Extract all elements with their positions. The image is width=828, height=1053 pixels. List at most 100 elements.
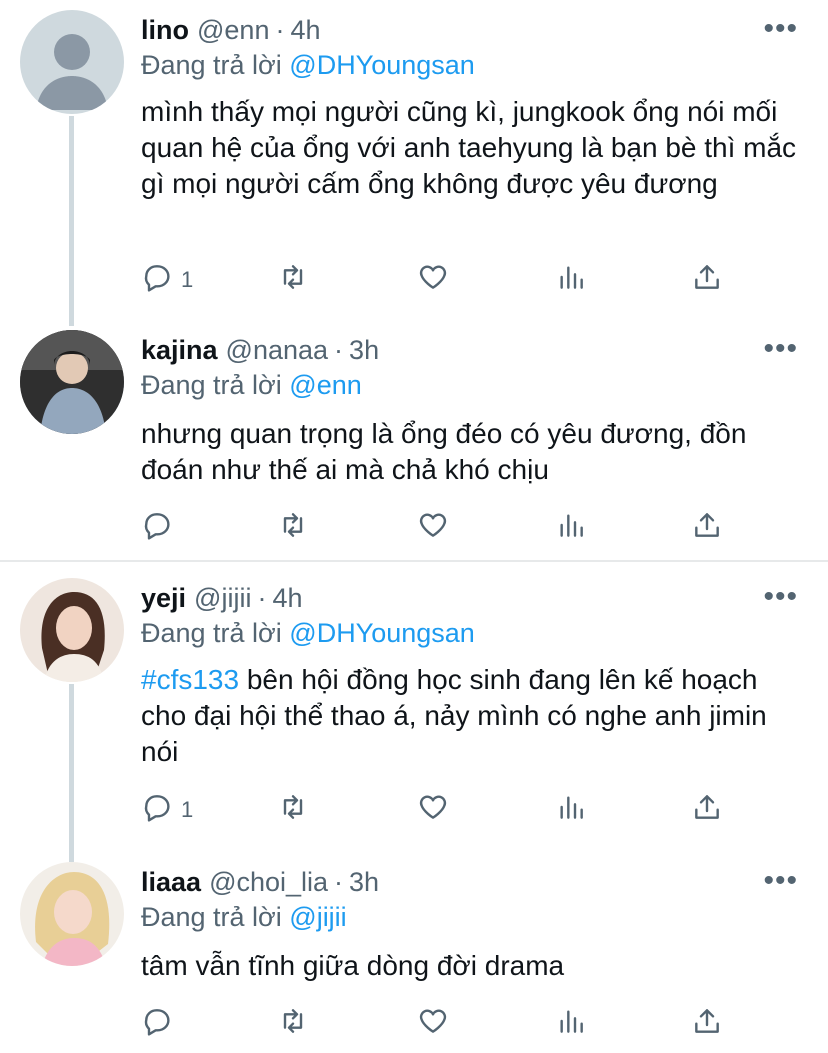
analytics-icon: [555, 261, 587, 299]
share-button[interactable]: [691, 790, 723, 830]
retweet-button[interactable]: [277, 790, 309, 830]
like-icon: [417, 1005, 449, 1043]
analytics-button[interactable]: [555, 1004, 587, 1044]
replying-to: Đang trả lời @enn: [141, 370, 362, 401]
separator-dot: ·: [334, 334, 344, 365]
display-name[interactable]: yeji: [141, 583, 186, 614]
analytics-icon: [555, 509, 587, 547]
display-name[interactable]: kajina: [141, 335, 218, 366]
replying-prefix: Đang trả lời: [141, 370, 282, 400]
like-button[interactable]: [417, 790, 449, 830]
reply-icon: [141, 791, 173, 829]
tweet-kajina[interactable]: kajina @nanaa · 3h ••• Đang trả lời @enn…: [0, 330, 828, 550]
default-avatar-icon: [36, 34, 108, 110]
tweet-header: lino @enn · 4h: [141, 10, 321, 50]
user-handle[interactable]: @jijii: [194, 583, 251, 614]
user-handle[interactable]: @choi_lia: [209, 867, 328, 898]
share-icon: [691, 791, 723, 829]
hashtag-link[interactable]: #cfs133: [141, 664, 239, 695]
user-handle[interactable]: @enn: [197, 15, 269, 46]
avatar[interactable]: [20, 330, 124, 434]
retweet-icon: [277, 791, 309, 829]
more-icon[interactable]: •••: [763, 866, 798, 896]
tweet-liaaa[interactable]: liaaa @choi_lia · 3h ••• Đang trả lời @j…: [0, 862, 828, 1053]
tweet-text: nhưng quan trọng là ổng đéo có yêu đương…: [141, 418, 747, 485]
separator-dot: ·: [257, 582, 267, 613]
thread-line: [69, 116, 74, 326]
replying-to: Đang trả lời @DHYoungsan: [141, 50, 475, 81]
tweet-actions: 1: [141, 790, 741, 830]
retweet-icon: [277, 509, 309, 547]
mention-link[interactable]: @DHYoungsan: [289, 618, 475, 648]
like-button[interactable]: [417, 260, 449, 300]
tweet-actions: [141, 1004, 741, 1044]
separator-dot: ·: [275, 14, 285, 45]
conversation-divider: [0, 560, 828, 562]
retweet-button[interactable]: [277, 260, 309, 300]
share-icon: [691, 509, 723, 547]
profile-photo: [20, 578, 124, 682]
profile-photo: [20, 330, 124, 434]
tweet-header: yeji @jijii · 4h: [141, 578, 303, 618]
timestamp[interactable]: 3h: [349, 335, 379, 366]
like-button[interactable]: [417, 508, 449, 548]
more-icon[interactable]: •••: [763, 14, 798, 44]
timestamp[interactable]: 3h: [349, 867, 379, 898]
mention-link[interactable]: @DHYoungsan: [289, 50, 475, 80]
retweet-icon: [277, 1005, 309, 1043]
retweet-button[interactable]: [277, 1004, 309, 1044]
avatar[interactable]: [20, 862, 124, 966]
tweet-actions: [141, 508, 741, 548]
reply-button[interactable]: [141, 1004, 173, 1044]
like-icon: [417, 509, 449, 547]
replying-prefix: Đang trả lời: [141, 902, 282, 932]
analytics-button[interactable]: [555, 508, 587, 548]
reply-button[interactable]: [141, 508, 173, 548]
profile-photo: [20, 862, 124, 966]
analytics-icon: [555, 791, 587, 829]
share-button[interactable]: [691, 1004, 723, 1044]
reply-icon: [141, 261, 173, 299]
avatar[interactable]: [20, 578, 124, 682]
timestamp[interactable]: 4h: [290, 15, 320, 46]
reply-button[interactable]: 1: [141, 790, 193, 830]
share-button[interactable]: [691, 260, 723, 300]
like-button[interactable]: [417, 1004, 449, 1044]
user-handle[interactable]: @nanaa: [226, 335, 329, 366]
mention-link[interactable]: @enn: [289, 370, 361, 400]
more-icon[interactable]: •••: [763, 582, 798, 612]
reply-count: 1: [181, 797, 194, 822]
tweet-yeji[interactable]: yeji @jijii · 4h ••• Đang trả lời @DHYou…: [0, 578, 828, 862]
tweet-text: #cfs133 bên hội đồng học sinh đang lên k…: [141, 662, 801, 770]
tweet-lino[interactable]: lino @enn · 4h ••• Đang trả lời @DHYoung…: [0, 10, 828, 326]
retweet-icon: [277, 261, 309, 299]
display-name[interactable]: lino: [141, 15, 189, 46]
like-icon: [417, 791, 449, 829]
share-icon: [691, 1005, 723, 1043]
share-icon: [691, 261, 723, 299]
tweet-header: liaaa @choi_lia · 3h: [141, 862, 379, 902]
share-button[interactable]: [691, 508, 723, 548]
tweet-header: kajina @nanaa · 3h: [141, 330, 379, 370]
replying-prefix: Đang trả lời: [141, 618, 282, 648]
more-icon[interactable]: •••: [763, 334, 798, 364]
analytics-icon: [555, 1005, 587, 1043]
tweet-actions: 1: [141, 260, 741, 300]
thread-line: [69, 684, 74, 862]
reply-button[interactable]: 1: [141, 260, 193, 300]
separator-dot: ·: [334, 866, 344, 897]
mention-link[interactable]: @jijii: [289, 902, 346, 932]
display-name[interactable]: liaaa: [141, 867, 201, 898]
tweet-text: mình thấy mọi người cũng kì, jungkook ổn…: [141, 96, 797, 199]
analytics-button[interactable]: [555, 260, 587, 300]
retweet-button[interactable]: [277, 508, 309, 548]
tweet-text: tâm vẫn tĩnh giữa dòng đời drama: [141, 950, 565, 981]
reply-icon: [141, 1005, 173, 1043]
replying-to: Đang trả lời @DHYoungsan: [141, 618, 475, 649]
replying-prefix: Đang trả lời: [141, 50, 282, 80]
replying-to: Đang trả lời @jijii: [141, 902, 347, 933]
reply-count: 1: [181, 267, 194, 292]
timestamp[interactable]: 4h: [272, 583, 302, 614]
analytics-button[interactable]: [555, 790, 587, 830]
avatar[interactable]: [20, 10, 124, 114]
